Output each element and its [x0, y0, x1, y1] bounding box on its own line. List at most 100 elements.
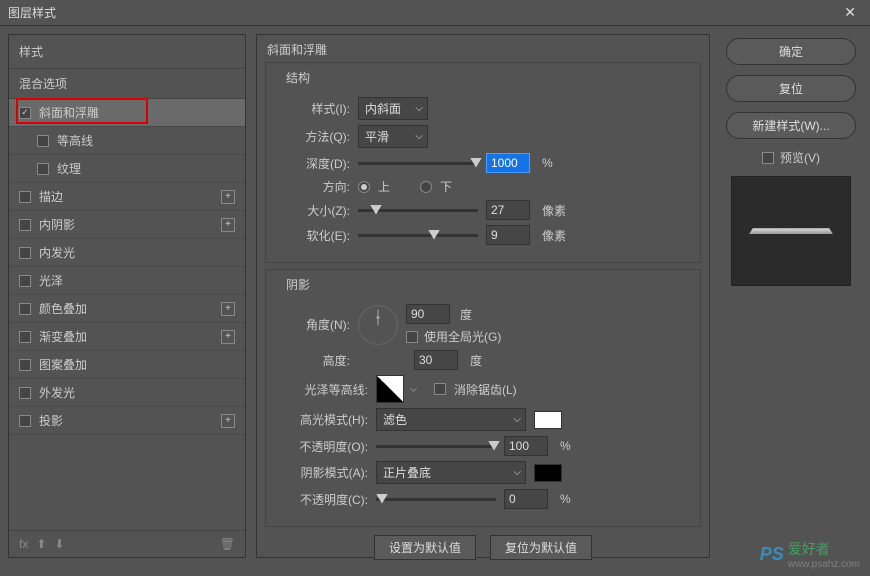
style-item-8[interactable]: 渐变叠加 + — [9, 323, 245, 351]
shadow-mode-label: 阴影模式(A): — [278, 464, 368, 481]
style-dropdown[interactable]: 内斜面 — [358, 97, 428, 120]
style-checkbox[interactable] — [19, 219, 31, 231]
style-item-6[interactable]: 光泽 — [9, 267, 245, 295]
antialiased-checkbox[interactable] — [434, 383, 446, 395]
titlebar: 图层样式 ✕ — [0, 0, 870, 26]
depth-input[interactable]: 1000 — [486, 153, 530, 173]
reset-button[interactable]: 复位 — [726, 75, 856, 102]
style-item-10[interactable]: 外发光 — [9, 379, 245, 407]
settings-panel: 斜面和浮雕 结构 样式(I): 内斜面 方法(Q): 平滑 深度(D): 100… — [256, 34, 710, 558]
panel-footer: fx ⬆ ⬇ 🗑 — [9, 530, 245, 557]
style-item-11[interactable]: 投影 + — [9, 407, 245, 435]
reset-default-button[interactable]: 复位为默认值 — [490, 535, 592, 560]
style-item-5[interactable]: 内发光 — [9, 239, 245, 267]
preview-shape — [749, 228, 833, 234]
shadow-color-swatch[interactable] — [534, 464, 562, 482]
style-checkbox[interactable] — [19, 191, 31, 203]
ok-button[interactable]: 确定 — [726, 38, 856, 65]
set-default-button[interactable]: 设置为默认值 — [374, 535, 476, 560]
contour-swatch[interactable]: ⌵ — [376, 375, 404, 403]
up-label: 上 — [378, 178, 390, 195]
direction-up-radio[interactable] — [358, 181, 370, 193]
highlight-opacity-unit: % — [560, 439, 571, 453]
shading-fieldset: 阴影 角度(N): 90 度 使用全局光(G) 高度: — [265, 269, 701, 527]
blend-options[interactable]: 混合选项 — [9, 68, 245, 99]
highlight-opacity-input[interactable]: 100 — [504, 436, 548, 456]
style-checkbox[interactable] — [19, 387, 31, 399]
main-area: 样式 混合选项 斜面和浮雕等高线纹理描边+ 内阴影 + 内发光光泽颜色叠加+ 渐变叠加 +… — [0, 26, 870, 566]
style-item-label: 光泽 — [39, 272, 63, 289]
shadow-opacity-slider[interactable] — [376, 498, 496, 501]
soften-slider[interactable] — [358, 234, 478, 237]
altitude-input[interactable]: 30 — [414, 350, 458, 370]
fx-icon[interactable]: fx — [19, 537, 28, 551]
depth-slider[interactable] — [358, 162, 478, 165]
altitude-unit: 度 — [470, 352, 482, 369]
style-item-7[interactable]: 颜色叠加+ — [9, 295, 245, 323]
window-title: 图层样式 — [8, 4, 56, 21]
style-checkbox[interactable] — [19, 359, 31, 371]
style-item-0[interactable]: 斜面和浮雕 — [9, 99, 245, 127]
plus-icon[interactable]: + — [221, 218, 235, 232]
style-item-4[interactable]: 内阴影 + — [9, 211, 245, 239]
style-item-label: 等高线 — [57, 132, 93, 149]
highlight-opacity-slider[interactable] — [376, 445, 496, 448]
style-item-label: 内阴影 — [39, 216, 75, 233]
angle-widget[interactable] — [358, 305, 398, 345]
depth-label: 深度(D): — [278, 155, 350, 172]
highlight-mode-label: 高光模式(H): — [278, 411, 368, 428]
technique-dropdown[interactable]: 平滑 — [358, 125, 428, 148]
style-item-label: 图案叠加 — [39, 356, 87, 373]
gloss-contour-label: 光泽等高线: — [278, 381, 368, 398]
style-checkbox[interactable] — [37, 163, 49, 175]
close-icon[interactable]: ✕ — [838, 2, 862, 23]
highlight-color-swatch[interactable] — [534, 411, 562, 429]
structure-fieldset: 结构 样式(I): 内斜面 方法(Q): 平滑 深度(D): 1000 % 方向… — [265, 62, 701, 263]
angle-label: 角度(N): — [278, 316, 350, 333]
watermark-url: www.psahz.com — [788, 559, 860, 570]
highlight-mode-dropdown[interactable]: 滤色 — [376, 408, 526, 431]
styles-panel: 样式 混合选项 斜面和浮雕等高线纹理描边+ 内阴影 + 内发光光泽颜色叠加+ 渐变叠加 +… — [8, 34, 246, 558]
style-item-label: 外发光 — [39, 384, 75, 401]
preview-checkbox[interactable] — [762, 152, 774, 164]
plus-icon[interactable]: + — [221, 302, 235, 316]
shadow-mode-dropdown[interactable]: 正片叠底 — [376, 461, 526, 484]
style-checkbox[interactable] — [37, 135, 49, 147]
actions-panel: 确定 复位 新建样式(W)... 预览(V) — [720, 34, 862, 558]
style-checkbox[interactable] — [19, 303, 31, 315]
style-item-3[interactable]: 描边+ — [9, 183, 245, 211]
shadow-opacity-input[interactable]: 0 — [504, 489, 548, 509]
plus-icon[interactable]: + — [221, 330, 235, 344]
size-slider[interactable] — [358, 209, 478, 212]
trash-icon[interactable]: 🗑 — [220, 537, 235, 551]
soften-unit: 像素 — [542, 227, 566, 244]
style-checkbox[interactable] — [19, 415, 31, 427]
style-item-2[interactable]: 纹理 — [9, 155, 245, 183]
angle-input[interactable]: 90 — [406, 304, 450, 324]
direction-label: 方向: — [278, 178, 350, 195]
style-checkbox[interactable] — [19, 247, 31, 259]
preview-box — [731, 176, 851, 286]
plus-icon[interactable]: + — [221, 190, 235, 204]
up-arrow-icon[interactable]: ⬆ — [36, 537, 46, 551]
shading-label: 阴影 — [282, 276, 314, 293]
down-arrow-icon[interactable]: ⬇ — [54, 537, 64, 551]
direction-down-radio[interactable] — [420, 181, 432, 193]
style-checkbox[interactable] — [19, 331, 31, 343]
preview-label: 预览(V) — [780, 149, 820, 166]
styles-header[interactable]: 样式 — [9, 35, 245, 68]
style-item-label: 投影 — [39, 412, 63, 429]
style-item-9[interactable]: 图案叠加 — [9, 351, 245, 379]
soften-input[interactable]: 9 — [486, 225, 530, 245]
section-title: 斜面和浮雕 — [257, 35, 709, 60]
global-light-checkbox[interactable] — [406, 331, 418, 343]
new-style-button[interactable]: 新建样式(W)... — [726, 112, 856, 139]
style-checkbox[interactable] — [19, 275, 31, 287]
style-checkbox[interactable] — [19, 107, 31, 119]
style-label: 样式(I): — [278, 100, 350, 117]
style-item-1[interactable]: 等高线 — [9, 127, 245, 155]
plus-icon[interactable]: + — [221, 414, 235, 428]
size-input[interactable]: 27 — [486, 200, 530, 220]
defaults-row: 设置为默认值 复位为默认值 — [257, 535, 709, 568]
style-item-label: 渐变叠加 — [39, 328, 87, 345]
